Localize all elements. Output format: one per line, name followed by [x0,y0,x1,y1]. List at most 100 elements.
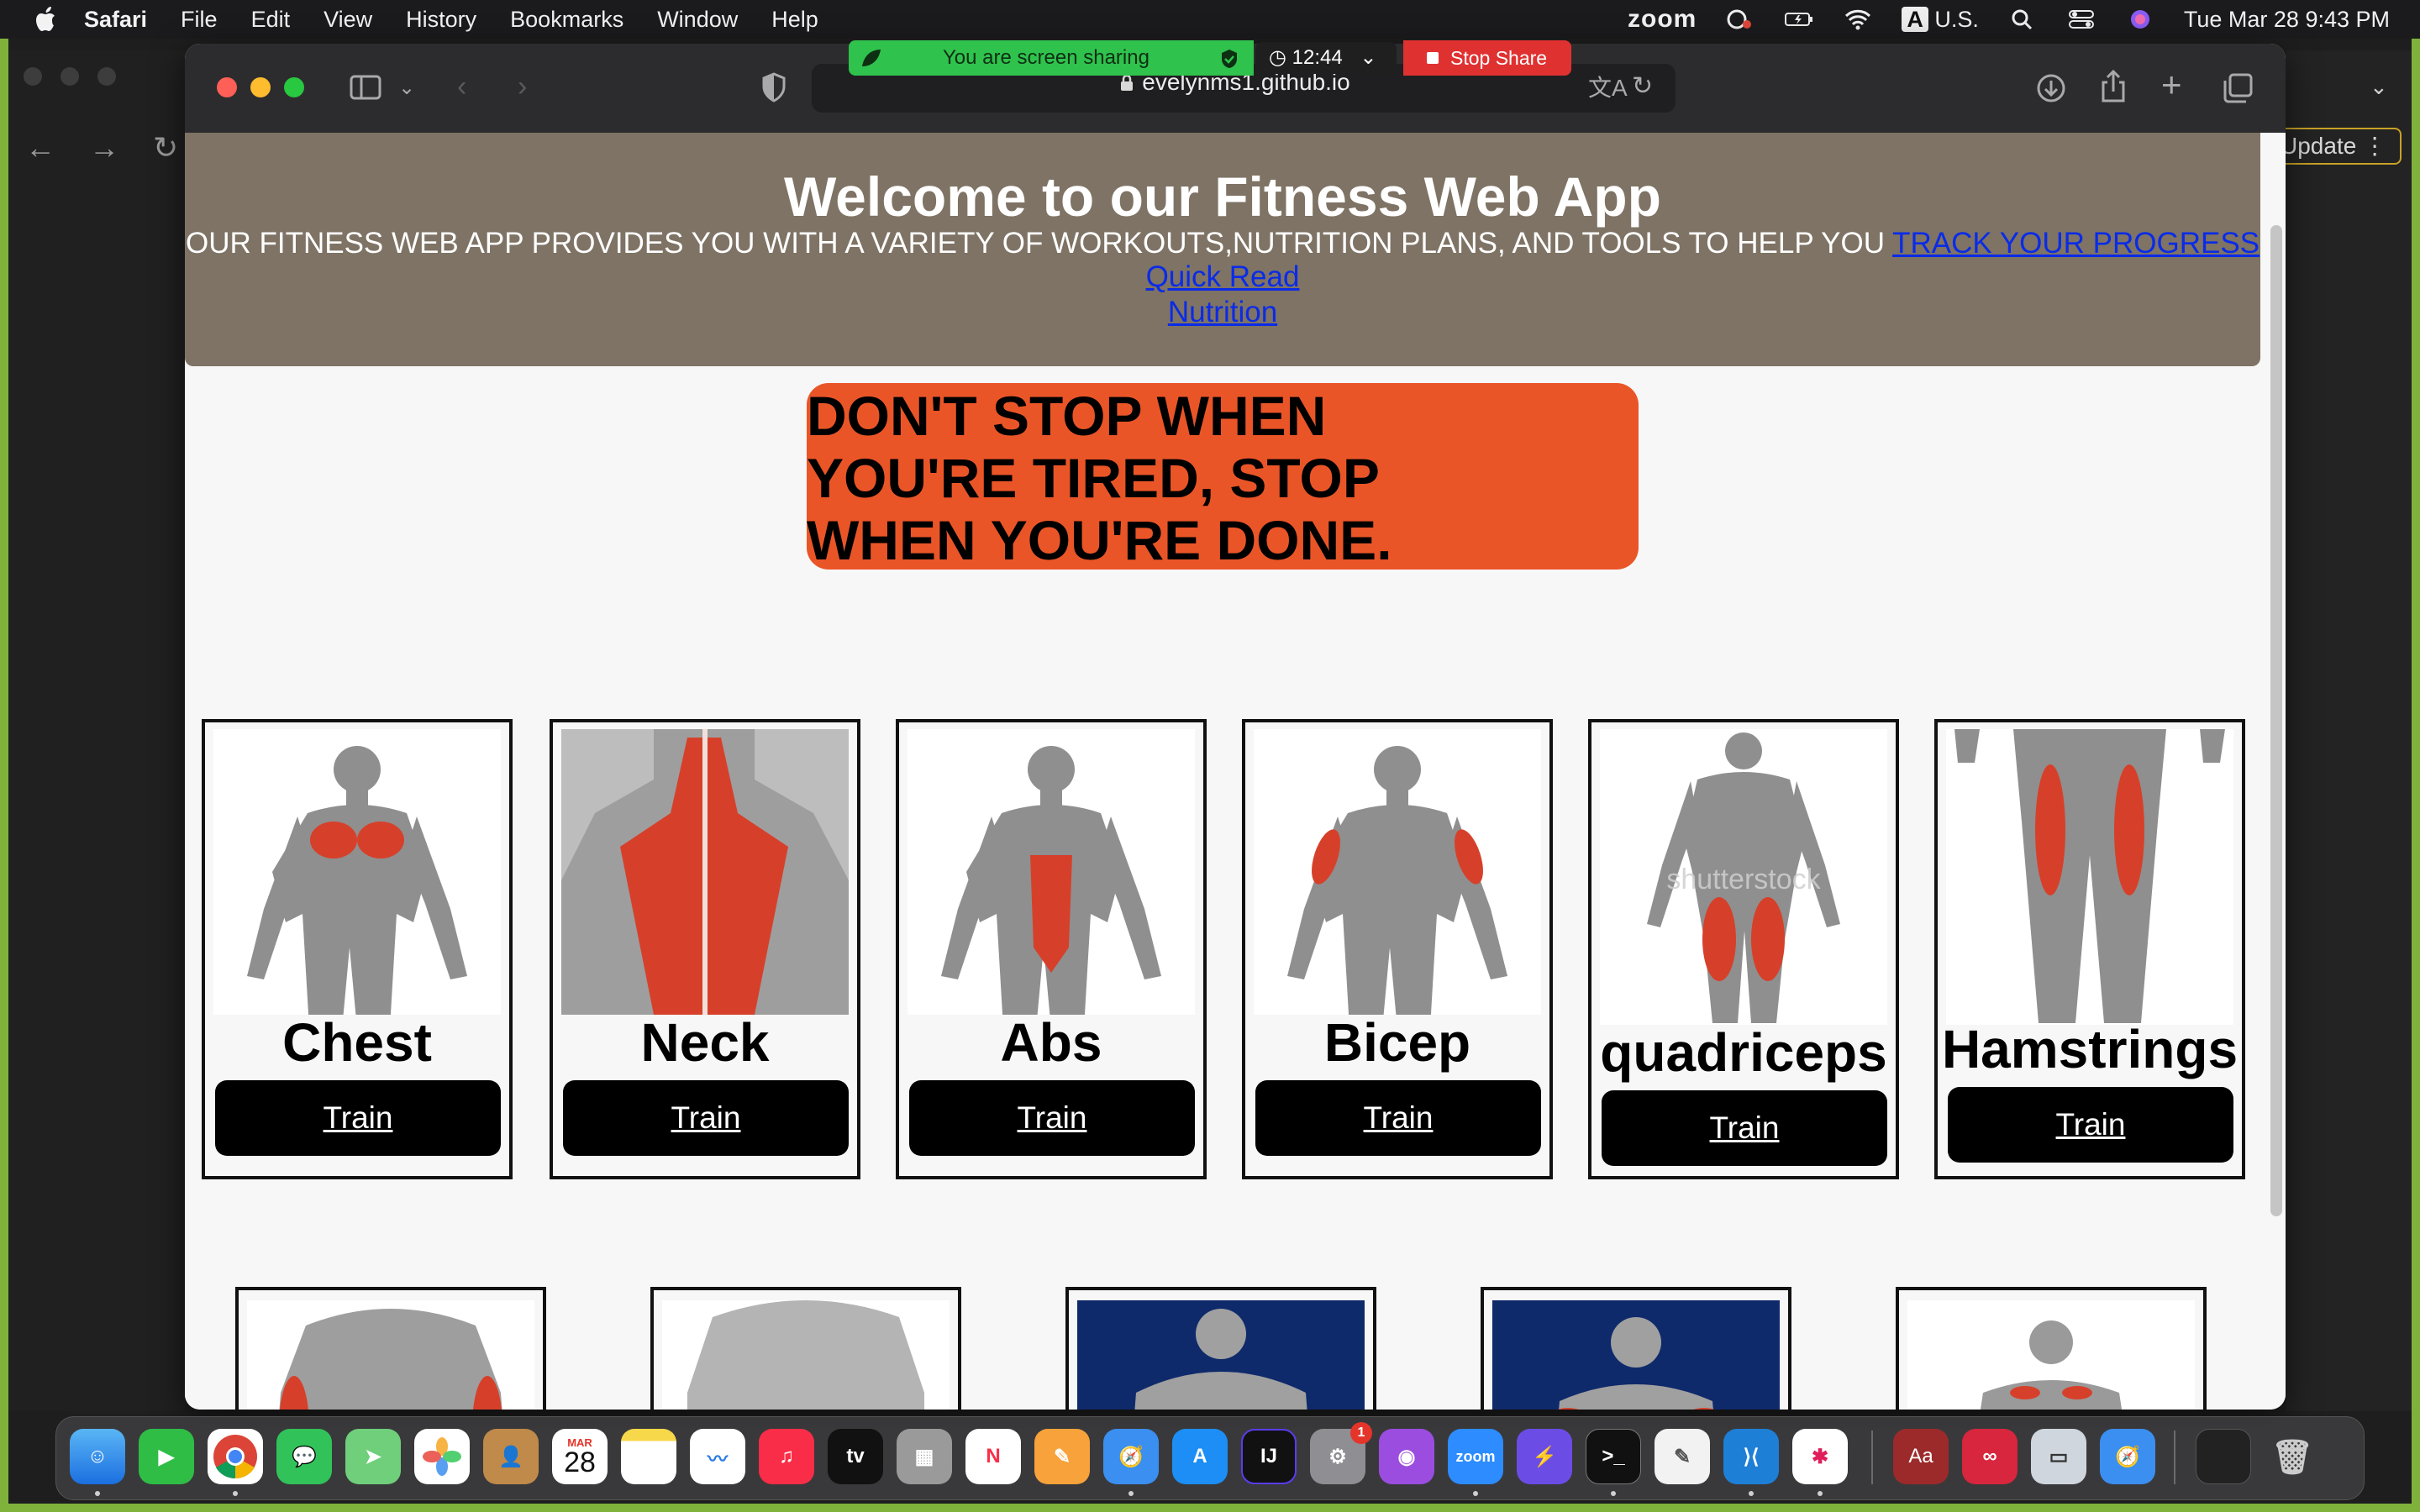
back-arrow-icon: ← [25,130,55,165]
dictionary-icon[interactable]: Aa [1893,1429,1949,1484]
running-indicator [233,1491,238,1496]
notification-badge: 1 [1350,1422,1372,1444]
back-muscle-image [662,1300,950,1410]
photos-icon[interactable] [414,1429,470,1484]
share-timer[interactable]: ◷ 12:44 ⌄ [1255,42,1397,74]
minimized-window-icon[interactable] [2196,1429,2251,1484]
finder-icon[interactable]: ☺ [70,1429,125,1484]
pages-icon[interactable]: ✎ [1034,1429,1090,1484]
launchpad-icon[interactable]: ▦ [897,1429,952,1484]
terminal-icon[interactable]: >_ [1586,1429,1641,1484]
maps-icon[interactable]: ➤ [345,1429,401,1484]
creative-cloud-icon[interactable] [1725,8,1755,31]
train-button[interactable]: Train [1255,1080,1541,1156]
screen-share-status[interactable]: You are screen sharing [849,40,1254,76]
workout-card-abs: Abs Train [896,719,1207,1179]
contacts-icon[interactable]: 👤 [483,1429,539,1484]
messages-icon[interactable]: 💬 [276,1429,332,1484]
podcasts-icon[interactable]: ◉ [1379,1429,1434,1484]
trash-icon[interactable]: 🗑 [2265,1429,2320,1484]
textedit-icon[interactable]: ✎ [1655,1429,1710,1484]
calendar-day: 28 [564,1446,596,1478]
slack-icon[interactable]: ✱ [1792,1429,1848,1484]
share-icon[interactable] [2099,69,2128,104]
hamstrings-muscle-image [1946,729,2233,1025]
preview-icon[interactable]: ▭ [2031,1429,2086,1484]
menu-app-name[interactable]: Safari [84,7,147,33]
watermark-text: shutterstock [1666,864,1821,895]
siri-icon[interactable] [2125,8,2155,31]
spotlight-search-icon[interactable] [2007,8,2038,31]
system-settings-icon[interactable]: ⚙ 1 [1310,1422,1372,1484]
news-icon[interactable]: N [965,1429,1021,1484]
control-center-icon[interactable] [2066,8,2096,31]
lock-icon [1121,75,1134,91]
stop-share-button[interactable]: Stop Share [1403,40,1571,76]
card-title: Bicep [1323,1012,1471,1073]
running-indicator [1818,1491,1823,1496]
input-source-indicator[interactable]: A U.S. [1902,6,1979,33]
notes-icon[interactable] [621,1429,676,1484]
update-button[interactable]: Update ⋮ [2269,128,2402,165]
tab-overview-icon[interactable] [2222,72,2254,104]
new-tab-icon[interactable]: + [2161,67,2182,102]
app-store-icon[interactable]: A [1172,1429,1228,1484]
train-button[interactable]: Train [215,1080,501,1156]
menu-file[interactable]: File [181,7,218,33]
screen-share-banner: You are screen sharing ◷ 12:44 ⌄ Stop Sh… [849,40,1571,76]
chevron-down-icon: ⌄ [1360,46,1377,69]
menu-window[interactable]: Window [657,7,738,33]
chest-muscle-image [213,729,501,1015]
apple-tv-icon[interactable]: tv [828,1429,883,1484]
vscode-icon[interactable]: ⟩⟨ [1723,1429,1779,1484]
workout-card-row2-4 [1481,1287,1791,1410]
webpage-viewport: Welcome to our Fitness Web App OUR FITNE… [185,133,2286,1410]
shoulders-muscle-image [1492,1300,1780,1410]
running-indicator [1473,1491,1478,1496]
downloads-icon[interactable] [2035,72,2067,104]
zoom-leaf-icon [862,50,881,66]
menu-help[interactable]: Help [771,7,818,33]
forward-arrow-icon: → [89,130,119,165]
translate-icon[interactable]: 文A [1588,74,1628,102]
battery-icon[interactable] [1784,8,1814,31]
music-icon[interactable]: ♫ [759,1429,814,1484]
safari-icon[interactable]: 🧭 [1103,1429,1159,1484]
rear-delts-muscle-image [1077,1300,1365,1410]
freeform-icon[interactable]: 〰 [690,1429,745,1484]
background-window-controls [24,67,116,86]
intellij-icon[interactable]: IJ [1241,1429,1297,1484]
menu-bar-clock[interactable]: Tue Mar 28 9:43 PM [2184,7,2390,33]
page-scrollbar[interactable] [2270,225,2282,1216]
zoom-menu-extra[interactable]: zoom [1628,5,1697,34]
background-editor-sidebar [8,50,185,1411]
train-button[interactable]: Train [1948,1087,2233,1163]
safari-downloads-icon[interactable]: 🧭 [2100,1429,2155,1484]
chevron-down-icon: ⌄ [2370,74,2388,99]
reload-icon[interactable]: ↻ [1632,72,1653,101]
creative-cloud-app-icon[interactable]: ∞ [1962,1429,2018,1484]
chrome-logo-icon [213,1435,257,1479]
menu-bookmarks[interactable]: Bookmarks [510,7,623,33]
photos-flower-icon [423,1437,461,1476]
train-button[interactable]: Train [909,1080,1195,1156]
shortcuts-icon[interactable]: ⚡ [1517,1429,1572,1484]
menu-history[interactable]: History [406,7,476,33]
calendar-icon[interactable]: MAR 28 [552,1429,608,1484]
chrome-icon[interactable] [208,1429,263,1484]
quick-read-link[interactable]: Quick Read [185,260,2260,294]
nutrition-link[interactable]: Nutrition [185,296,2260,329]
train-button[interactable]: Train [563,1080,849,1156]
menu-edit[interactable]: Edit [251,7,291,33]
workout-card-row2-3 [1065,1287,1376,1410]
zoom-app-icon[interactable]: zoom [1448,1429,1503,1484]
workout-card-chest: Chest Train [202,719,513,1179]
apple-logo-icon[interactable] [34,5,59,34]
facetime-icon[interactable]: ▶ [139,1429,194,1484]
wifi-icon[interactable] [1843,8,1873,31]
train-button[interactable]: Train [1602,1090,1887,1166]
traps-muscle-image [1907,1300,2195,1410]
menu-view[interactable]: View [324,7,372,33]
screen-share-text: You are screen sharing [943,46,1150,69]
track-progress-link[interactable]: TRACK YOUR PROGRESS [1892,227,2260,260]
